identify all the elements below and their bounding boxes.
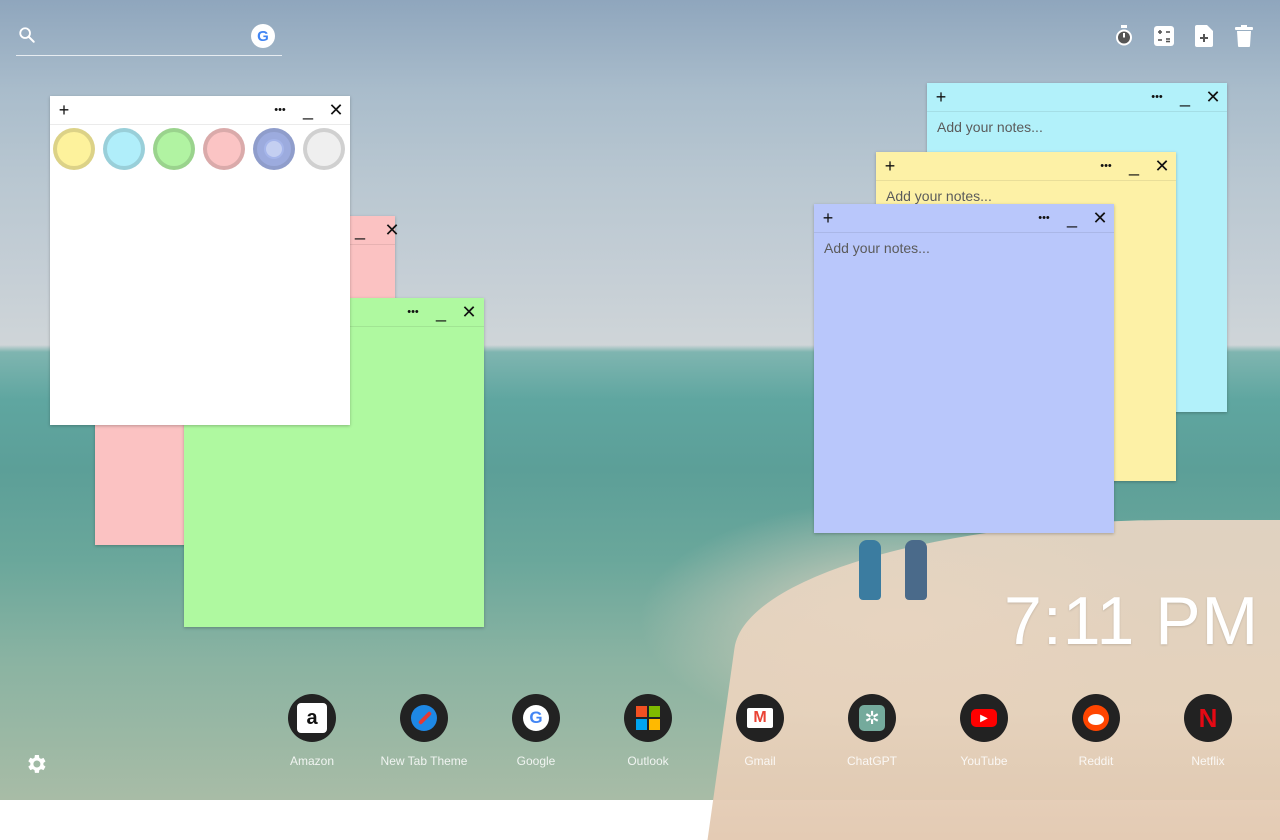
note-titlebar[interactable]: + ••• _ ✕	[814, 204, 1114, 233]
note-minimize-button[interactable]: _	[1060, 204, 1084, 232]
shortcut-label: New Tab Theme	[380, 754, 468, 768]
reddit-icon[interactable]	[1072, 694, 1120, 742]
note-titlebar[interactable]: + ••• _ ✕	[927, 83, 1227, 112]
note-titlebar[interactable]: + ••• _ ✕	[876, 152, 1176, 181]
color-swatch[interactable]	[53, 128, 95, 170]
shortcut-label: YouTube	[960, 754, 1008, 768]
shortcut-label: Amazon	[289, 754, 335, 768]
color-swatch[interactable]	[103, 128, 145, 170]
note-close-button[interactable]: ✕	[380, 216, 404, 244]
search-input[interactable]	[50, 24, 244, 52]
shortcut-label: Gmail	[744, 754, 776, 768]
calculator-icon[interactable]	[1153, 24, 1175, 48]
add-note-icon[interactable]	[1193, 24, 1215, 48]
shortcut-label: ChatGPT	[846, 754, 897, 768]
note-more-button[interactable]: •••	[268, 96, 292, 124]
note-textarea[interactable]: Add your notes...	[886, 188, 1166, 204]
google-icon[interactable]: G	[512, 694, 560, 742]
note-more-button[interactable]: •••	[1032, 204, 1056, 232]
note-more-button[interactable]: •••	[401, 298, 425, 326]
new-tab-theme-icon[interactable]	[400, 694, 448, 742]
clock: 7:11 PM	[1004, 583, 1260, 659]
chatgpt-icon[interactable]: ✲	[848, 694, 896, 742]
note-close-button[interactable]: ✕	[1150, 152, 1174, 180]
note-add-button[interactable]: +	[816, 204, 840, 232]
note-titlebar[interactable]: + ••• _ ✕	[50, 96, 350, 125]
wallpaper-people	[855, 530, 945, 600]
search-icon[interactable]	[18, 26, 36, 44]
gear-icon[interactable]	[24, 752, 48, 776]
note-add-button[interactable]: +	[929, 83, 953, 111]
note-close-button[interactable]: ✕	[457, 298, 481, 326]
color-swatch[interactable]	[203, 128, 245, 170]
gmail-icon[interactable]: M	[736, 694, 784, 742]
color-swatch[interactable]	[253, 128, 295, 170]
note-minimize-button[interactable]: _	[1122, 152, 1146, 180]
shortcut-youtube[interactable]: ▶ YouTube	[934, 694, 1034, 768]
note-minimize-button[interactable]: _	[1173, 83, 1197, 111]
color-swatch[interactable]	[303, 128, 345, 170]
shortcut-label: Reddit	[1078, 754, 1114, 768]
shortcut-reddit[interactable]: Reddit	[1046, 694, 1146, 768]
color-picker	[50, 124, 350, 176]
sticky-note-white[interactable]: + ••• _ ✕	[50, 96, 350, 425]
note-close-button[interactable]: ✕	[324, 96, 348, 124]
note-minimize-button[interactable]: _	[296, 96, 320, 124]
outlook-icon[interactable]	[624, 694, 672, 742]
sticky-note-blue[interactable]: + ••• _ ✕ Add your notes...	[814, 204, 1114, 533]
shortcut-chatgpt[interactable]: ✲ ChatGPT	[822, 694, 922, 768]
note-more-button[interactable]: •••	[1094, 152, 1118, 180]
amazon-icon[interactable]: a	[288, 694, 336, 742]
shortcut-google[interactable]: G Google	[486, 694, 586, 768]
shortcut-amazon[interactable]: a Amazon	[262, 694, 362, 768]
google-g-icon[interactable]: G	[251, 24, 275, 48]
color-swatch[interactable]	[153, 128, 195, 170]
note-textarea[interactable]: Add your notes...	[824, 240, 1104, 256]
shortcut-gmail[interactable]: M Gmail	[710, 694, 810, 768]
shortcut-label: Netflix	[1191, 754, 1225, 768]
shortcut-netflix[interactable]: N Netflix	[1158, 694, 1258, 768]
note-add-button[interactable]: +	[878, 152, 902, 180]
note-close-button[interactable]: ✕	[1088, 204, 1112, 232]
shortcut-new-tab-theme[interactable]: New Tab Theme	[374, 694, 474, 768]
trash-icon[interactable]	[1233, 24, 1255, 48]
netflix-icon[interactable]: N	[1184, 694, 1232, 742]
note-textarea[interactable]: Add your notes...	[937, 119, 1217, 135]
shortcut-outlook[interactable]: Outlook	[598, 694, 698, 768]
shortcut-label: Outlook	[627, 754, 669, 768]
note-add-button[interactable]: +	[52, 96, 76, 124]
note-minimize-button[interactable]: _	[429, 298, 453, 326]
note-minimize-button[interactable]: _	[348, 216, 372, 244]
youtube-icon[interactable]: ▶	[960, 694, 1008, 742]
shortcut-label: Google	[516, 754, 556, 768]
search-bar: G	[16, 22, 282, 56]
stopwatch-icon[interactable]	[1113, 24, 1135, 48]
note-close-button[interactable]: ✕	[1201, 83, 1225, 111]
note-more-button[interactable]: •••	[1145, 83, 1169, 111]
